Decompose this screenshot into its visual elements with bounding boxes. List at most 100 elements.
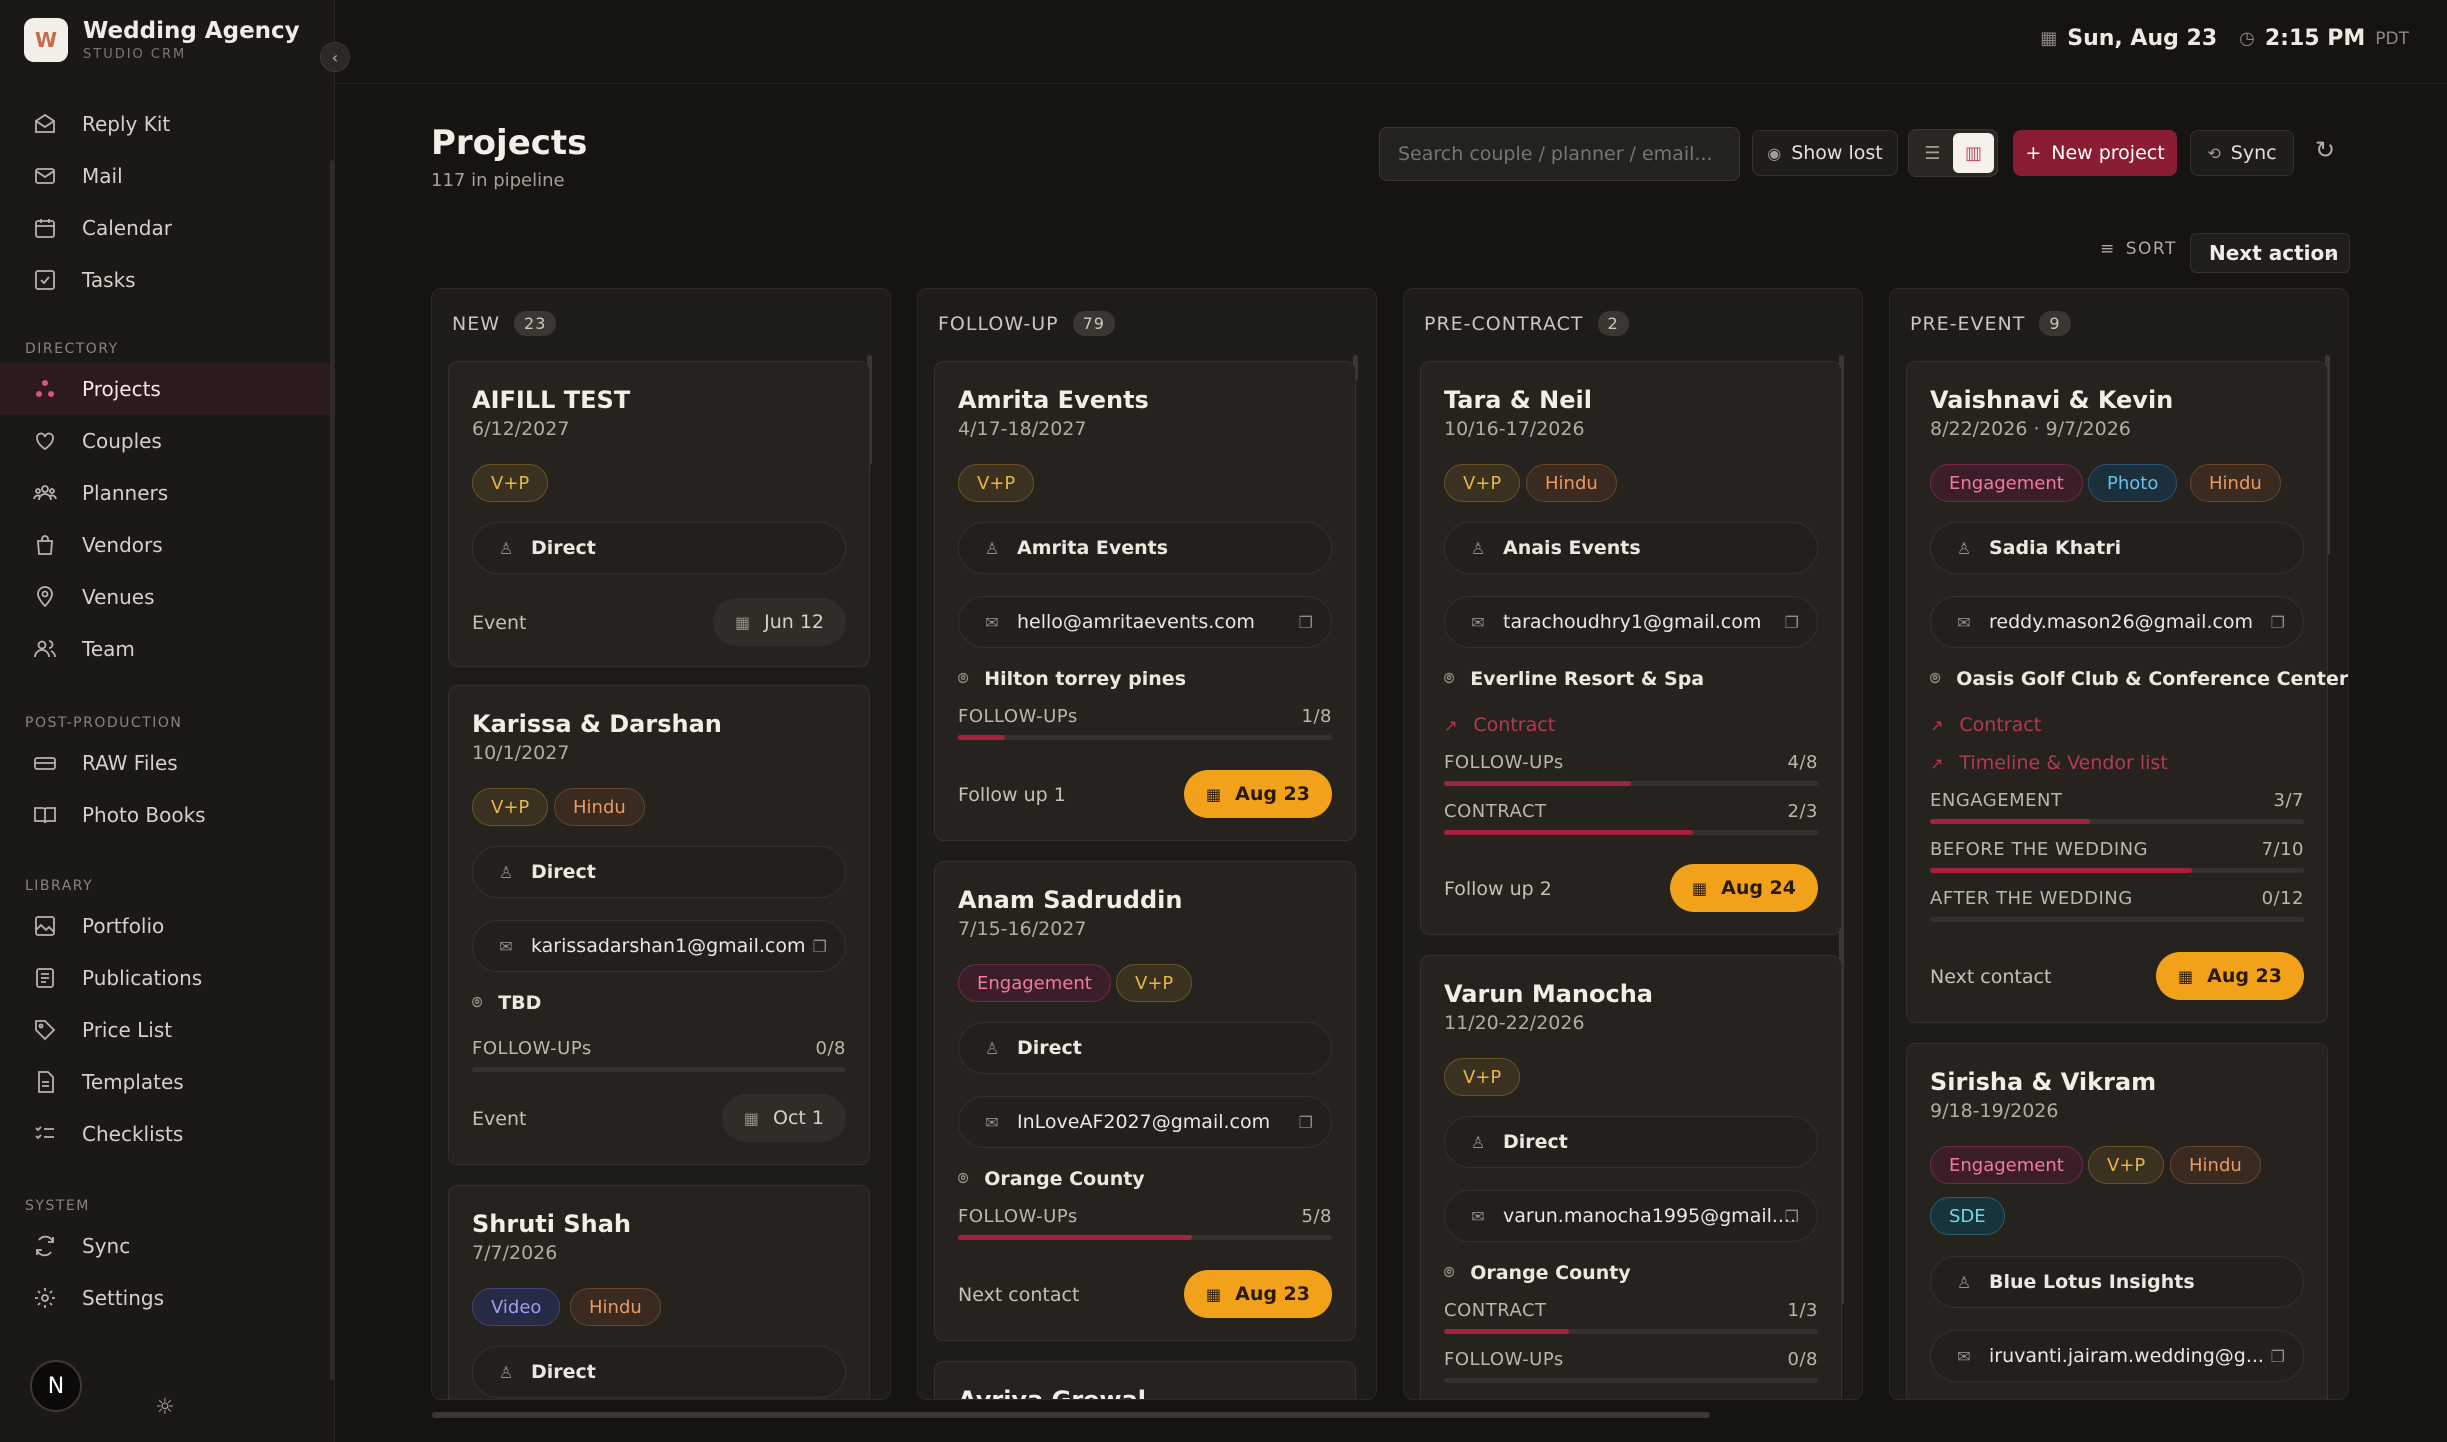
sidebar-item-label: Vendors — [82, 533, 163, 557]
planner-pill[interactable]: ♙ Direct — [472, 522, 846, 574]
sidebar-item-templates[interactable]: Templates — [0, 1056, 335, 1108]
planner-pill[interactable]: ♙ Direct — [472, 1346, 846, 1398]
event-date-chip[interactable]: ▦ Jun 12 — [712, 598, 846, 646]
sidebar-item-projects[interactable]: Projects — [0, 363, 335, 415]
email-pill[interactable]: ✉ karissadarshan1@gmail.com ❐ — [472, 920, 846, 972]
card-title: Tara & Neil — [1444, 386, 1592, 414]
email-pill[interactable]: ✉ InLoveAF2027@gmail.com ❐ — [958, 1096, 1332, 1148]
section-title: SYSTEM — [25, 1198, 90, 1214]
sidebar-item-vendors[interactable]: Vendors — [0, 519, 335, 571]
project-card[interactable]: AIFILL TEST 6/12/2027 V+P ♙ Direct Event … — [448, 361, 870, 667]
project-card[interactable]: Tara & Neil 10/16-17/2026 V+P Hindu ♙ Ana… — [1420, 361, 1842, 935]
email-pill[interactable]: ✉ hello@amritaevents.com ❐ — [958, 596, 1332, 648]
project-card[interactable]: Karissa & Darshan 10/1/2027 V+P Hindu ♙ D… — [448, 685, 870, 1165]
sync-button[interactable]: ⟲ Sync — [2190, 130, 2294, 176]
project-card[interactable]: Shruti Shah 7/7/2026 Video Hindu ♙ Direct — [448, 1185, 870, 1399]
venue-name: Orange County — [984, 1168, 1145, 1190]
project-card[interactable]: Sirisha & Vikram 9/18-19/2026 Engagement… — [1906, 1043, 2328, 1399]
progress-fill — [1444, 830, 1694, 835]
venue: ⌾ Everline Resort & Spa — [1444, 668, 1704, 690]
sidebar-item-checklists[interactable]: Checklists — [0, 1108, 335, 1160]
sidebar-item-reply-kit[interactable]: Reply Kit — [0, 98, 335, 150]
timeline-link[interactable]: ↗ Timeline & Vendor list — [1930, 752, 2168, 774]
tag-engagement: Engagement — [958, 964, 1111, 1002]
sidebar-item-team[interactable]: Team — [0, 623, 335, 675]
location-icon: ⌾ — [958, 669, 969, 689]
link-text: Contract — [1959, 714, 2042, 736]
progress-followups: FOLLOW-UPs 0/8 — [1444, 1349, 1818, 1383]
copy-icon[interactable]: ❐ — [1299, 613, 1313, 632]
sidebar-item-portfolio[interactable]: Portfolio — [0, 900, 335, 952]
sidebar-item-settings[interactable]: Settings — [0, 1272, 335, 1324]
copy-icon[interactable]: ❐ — [813, 937, 827, 956]
sidebar-item-couples[interactable]: Couples — [0, 415, 335, 467]
chip-date: Aug 23 — [2207, 965, 2282, 987]
progress-before-wedding: BEFORE THE WEDDING 7/10 — [1930, 839, 2304, 873]
sidebar-item-price-list[interactable]: Price List — [0, 1004, 335, 1056]
progress-after-wedding: AFTER THE WEDDING 0/12 — [1930, 888, 2304, 922]
contract-link[interactable]: ↗ Contract — [1930, 714, 2041, 736]
planner-pill[interactable]: ♙ Sadia Khatri — [1930, 522, 2304, 574]
new-project-button[interactable]: + New project — [2013, 130, 2177, 176]
sidebar-item-photo-books[interactable]: Photo Books — [0, 789, 335, 841]
sidebar-item-sync[interactable]: Sync — [0, 1220, 335, 1272]
board-view-button[interactable]: ▥ — [1953, 133, 1994, 173]
copy-icon[interactable]: ❐ — [1785, 1207, 1799, 1226]
sidebar-scrollbar[interactable] — [330, 160, 335, 1380]
contract-link[interactable]: ↗ Contract — [1444, 714, 1555, 736]
sidebar-item-calendar[interactable]: Calendar — [0, 202, 335, 254]
copy-icon[interactable]: ❐ — [2271, 1347, 2285, 1366]
avatar[interactable]: N — [30, 1360, 82, 1412]
chevron-left-icon: ‹ — [331, 47, 339, 67]
sidebar-item-tasks[interactable]: Tasks — [0, 254, 335, 306]
board-horizontal-scrollbar[interactable] — [432, 1412, 1710, 1418]
next-action-chip[interactable]: ▦ Aug 24 — [1669, 864, 1818, 912]
next-action-chip[interactable]: ▦ Aug 23 — [1183, 770, 1332, 818]
refresh-icon[interactable]: ↻ — [2315, 136, 2335, 164]
project-card[interactable]: Avriya Grewal — [934, 1361, 1356, 1399]
page-title: Projects — [431, 123, 588, 163]
project-card[interactable]: Varun Manocha 11/20-22/2026 V+P ♙ Direct … — [1420, 955, 1842, 1399]
copy-icon[interactable]: ❐ — [2271, 613, 2285, 632]
sidebar-item-raw-files[interactable]: RAW Files — [0, 737, 335, 789]
next-action-chip[interactable]: ▦ Aug 23 — [2155, 952, 2304, 1000]
list-view-button[interactable]: ☰ — [1912, 133, 1953, 173]
sidebar-item-label: Checklists — [82, 1122, 184, 1146]
sidebar-item-planners[interactable]: Planners — [0, 467, 335, 519]
copy-icon[interactable]: ❐ — [1299, 1113, 1313, 1132]
email-text: InLoveAF2027@gmail.com — [1017, 1111, 1271, 1133]
brand[interactable]: W Wedding Agency STUDIO CRM — [24, 18, 300, 62]
progress-value: 5/8 — [1301, 1206, 1332, 1227]
email-pill[interactable]: ✉ iruvanti.jairam.wedding@g... ❐ — [1930, 1330, 2304, 1382]
theme-toggle-icon[interactable]: ☼ — [155, 1395, 175, 1420]
show-lost-button[interactable]: ◉ Show lost — [1752, 130, 1898, 176]
event-date-chip[interactable]: ▦ Oct 1 — [721, 1094, 846, 1142]
card-title: Vaishnavi & Kevin — [1930, 386, 2174, 414]
project-card[interactable]: Amrita Events 4/17-18/2027 V+P ♙ Amrita E… — [934, 361, 1356, 841]
progress-label: FOLLOW-UPs — [958, 706, 1078, 727]
sidebar-item-publications[interactable]: Publications — [0, 952, 335, 1004]
email-pill[interactable]: ✉ reddy.mason26@gmail.com ❐ — [1930, 596, 2304, 648]
project-card[interactable]: Anam Sadruddin 7/15-16/2027 Engagement V… — [934, 861, 1356, 1341]
planner-pill[interactable]: ♙ Direct — [958, 1022, 1332, 1074]
sidebar-item-venues[interactable]: Venues — [0, 571, 335, 623]
planner-pill[interactable]: ♙ Anais Events — [1444, 522, 1818, 574]
email-pill[interactable]: ✉ tarachoudhry1@gmail.com ❐ — [1444, 596, 1818, 648]
planner-pill[interactable]: ♙ Amrita Events — [958, 522, 1332, 574]
card-date: 7/7/2026 — [472, 1242, 558, 1264]
email-pill[interactable]: ✉ varun.manocha1995@gmail.... ❐ — [1444, 1190, 1818, 1242]
planner-pill[interactable]: ♙ Blue Lotus Insights — [1930, 1256, 2304, 1308]
sidebar-item-mail[interactable]: Mail — [0, 150, 335, 202]
project-card[interactable]: Vaishnavi & Kevin 8/22/2026 · 9/7/2026 E… — [1906, 361, 2348, 1023]
planner-pill[interactable]: ♙ Direct — [1444, 1116, 1818, 1168]
collapse-sidebar-button[interactable]: ‹ — [320, 42, 350, 72]
planner-name: Direct — [1503, 1131, 1568, 1153]
external-link-icon: ↗ — [1930, 753, 1944, 773]
next-action-chip[interactable]: ▦ Aug 23 — [1183, 1270, 1332, 1318]
planner-pill[interactable]: ♙ Direct — [472, 846, 846, 898]
search-input[interactable] — [1379, 127, 1740, 181]
copy-icon[interactable]: ❐ — [1785, 613, 1799, 632]
reply-kit-icon — [32, 111, 58, 137]
sort-select[interactable]: Next action ⌄ — [2190, 233, 2350, 273]
progress-label: FOLLOW-UPs — [472, 1038, 592, 1059]
